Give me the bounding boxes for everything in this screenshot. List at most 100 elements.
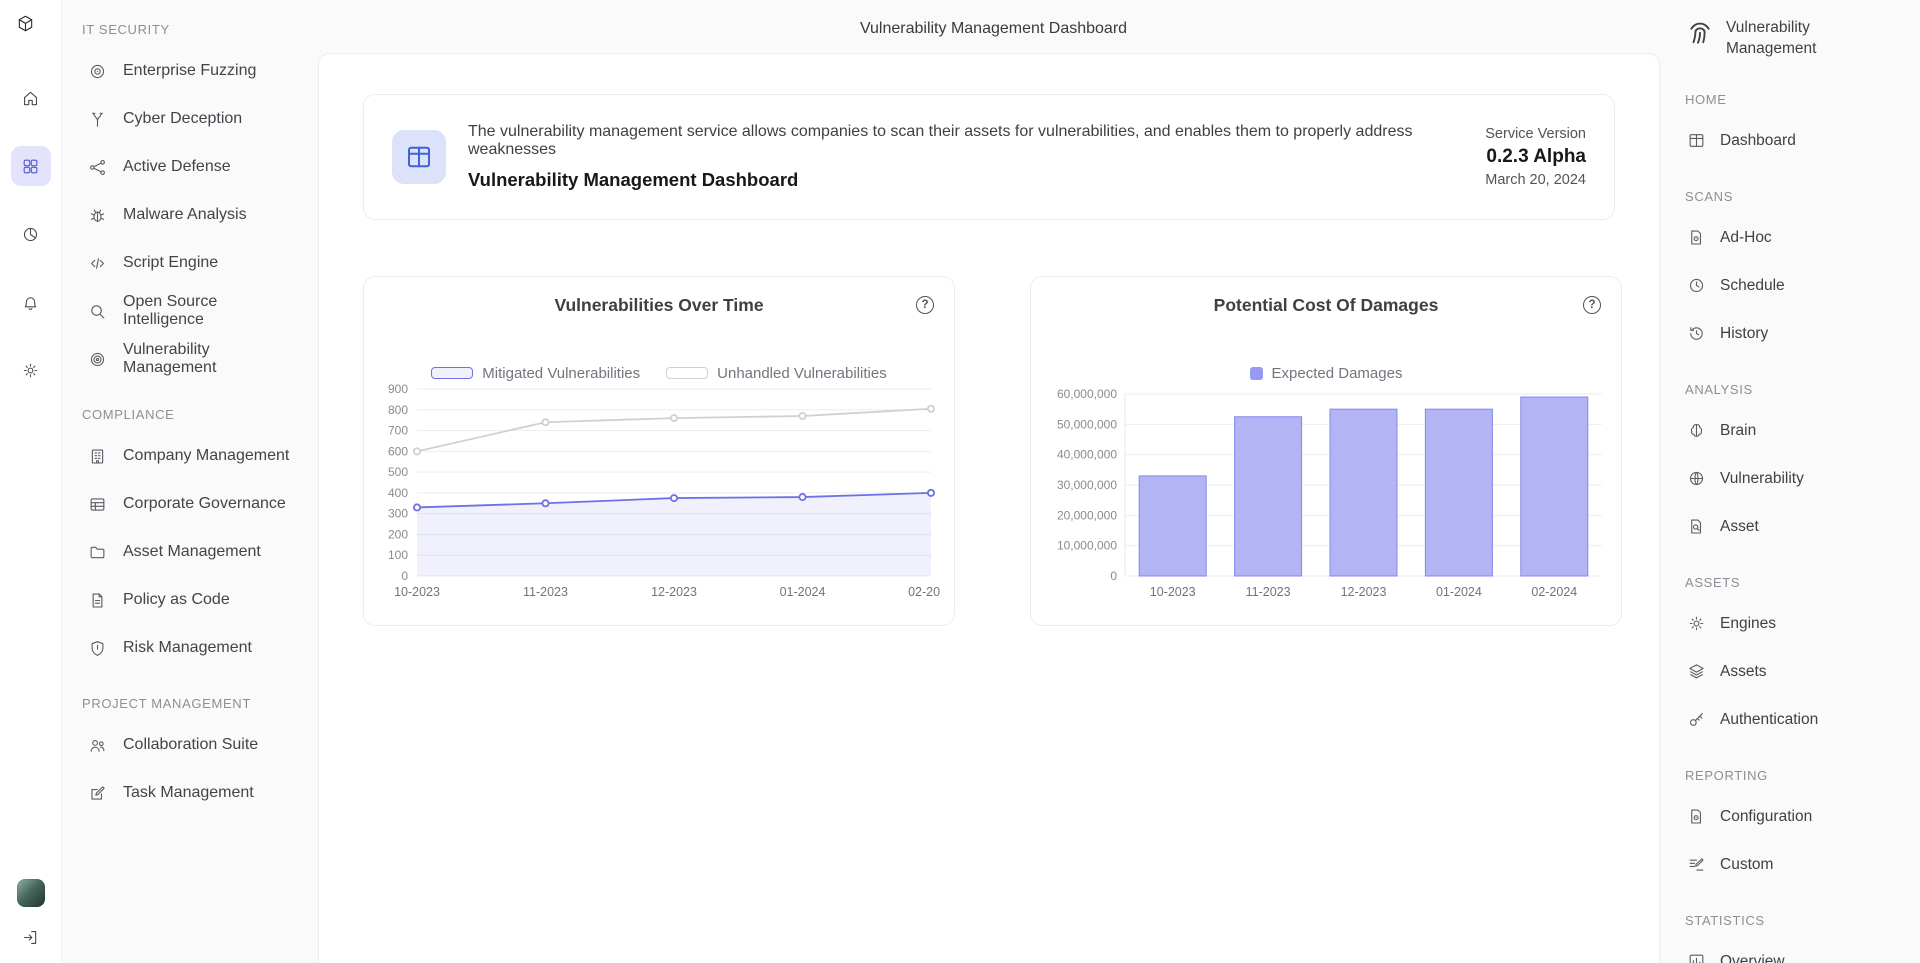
sidebar-item-label: Corporate Governance bbox=[123, 495, 286, 513]
folder-icon bbox=[88, 543, 107, 562]
app-logo-icon[interactable] bbox=[16, 14, 46, 44]
help-icon[interactable]: ? bbox=[916, 296, 934, 314]
sidebar-item-label: Company Management bbox=[123, 447, 289, 465]
home-glyph bbox=[21, 89, 40, 108]
document-icon bbox=[88, 591, 107, 610]
sidebar-item-task-management[interactable]: Task Management bbox=[80, 769, 302, 817]
section-header: ANALYSIS bbox=[1685, 382, 1920, 397]
search-icon bbox=[88, 302, 107, 321]
line-chart: 010020030040050060070080090010-202311-20… bbox=[380, 381, 938, 609]
sidebar-item-script-engine[interactable]: Script Engine bbox=[80, 239, 302, 287]
line-chart-legend: Mitigated Vulnerabilities Unhandled Vuln… bbox=[380, 365, 938, 381]
nav-item-label: Assets bbox=[1720, 663, 1767, 681]
fingerprint-brand-icon bbox=[1685, 18, 1715, 48]
nav-item-ad-hoc[interactable]: Ad-Hoc bbox=[1685, 214, 1920, 262]
nav-item-label: Vulnerability bbox=[1720, 470, 1804, 488]
pie-chart-icon[interactable] bbox=[11, 214, 51, 254]
notifications-bell-icon[interactable] bbox=[11, 282, 51, 322]
nav-section-reporting: REPORTING Configuration Custom bbox=[1685, 768, 1920, 889]
sidebar-item-vulnerability-management[interactable]: Vulnerability Management bbox=[80, 335, 302, 383]
nav-item-label: Schedule bbox=[1720, 277, 1785, 295]
nav-item-label: History bbox=[1720, 325, 1768, 343]
sidebar-item-malware-analysis[interactable]: Malware Analysis bbox=[80, 191, 302, 239]
chart-header: Potential Cost Of Damages ? bbox=[1047, 295, 1605, 317]
sidebar-item-corporate-governance[interactable]: Corporate Governance bbox=[80, 480, 302, 528]
sidebar-item-label: Script Engine bbox=[123, 254, 218, 272]
svg-text:10-2023: 10-2023 bbox=[1150, 585, 1196, 599]
sidebar-item-enterprise-fuzzing[interactable]: Enterprise Fuzzing bbox=[80, 47, 302, 95]
help-icon[interactable]: ? bbox=[1583, 296, 1601, 314]
nav-section-statistics: STATISTICS Overview bbox=[1685, 913, 1920, 963]
logout-glyph bbox=[21, 928, 40, 947]
logout-icon[interactable] bbox=[13, 919, 49, 955]
nav-item-vulnerability[interactable]: Vulnerability bbox=[1685, 455, 1920, 503]
user-avatar[interactable] bbox=[17, 879, 45, 907]
section-header: ASSETS bbox=[1685, 575, 1920, 590]
nav-item-label: Asset bbox=[1720, 518, 1759, 536]
nav-item-engines[interactable]: Engines bbox=[1685, 600, 1920, 648]
legend-item: Expected Damages bbox=[1250, 365, 1403, 382]
bar-chart-legend: Expected Damages bbox=[1047, 365, 1605, 381]
sidebar-item-label: Task Management bbox=[123, 784, 254, 802]
sidebar-item-asset-management[interactable]: Asset Management bbox=[80, 528, 302, 576]
building-icon bbox=[88, 447, 107, 466]
sidebar-item-risk-management[interactable]: Risk Management bbox=[80, 624, 302, 672]
network-icon bbox=[88, 158, 107, 177]
sidebar-item-label: Active Defense bbox=[123, 158, 231, 176]
nav-item-schedule[interactable]: Schedule bbox=[1685, 262, 1920, 310]
sidebar-item-company-management[interactable]: Company Management bbox=[80, 432, 302, 480]
rail-top bbox=[11, 14, 51, 390]
section-header: STATISTICS bbox=[1685, 913, 1920, 928]
pie-glyph bbox=[21, 225, 40, 244]
nav-item-custom[interactable]: Custom bbox=[1685, 841, 1920, 889]
svg-text:11-2023: 11-2023 bbox=[1246, 585, 1291, 599]
bar-chart-card: Potential Cost Of Damages ? Expected Dam… bbox=[1030, 276, 1622, 626]
sidebar-item-collaboration-suite[interactable]: Collaboration Suite bbox=[80, 721, 302, 769]
svg-text:900: 900 bbox=[388, 382, 408, 396]
clock-icon bbox=[1687, 276, 1706, 295]
main-content: Vulnerability Management Dashboard The v… bbox=[312, 0, 1675, 963]
nav-item-dashboard[interactable]: Dashboard bbox=[1685, 117, 1920, 165]
left-sidebar: IT SECURITY Enterprise Fuzzing Cyber Dec… bbox=[62, 0, 312, 963]
sidebar-item-label: Policy as Code bbox=[123, 591, 230, 609]
nav-item-assets[interactable]: Assets bbox=[1685, 648, 1920, 696]
legend-item: Unhandled Vulnerabilities bbox=[666, 365, 887, 382]
nav-item-brain[interactable]: Brain bbox=[1685, 407, 1920, 455]
nav-item-history[interactable]: History bbox=[1685, 310, 1920, 358]
nav-section-home: HOME Dashboard bbox=[1685, 92, 1920, 165]
nav-section-scans: SCANS Ad-Hoc Schedule History bbox=[1685, 189, 1920, 358]
pen-icon bbox=[1687, 855, 1706, 874]
nav-item-authentication[interactable]: Authentication bbox=[1685, 696, 1920, 744]
nav-section-analysis: ANALYSIS Brain Vulnerability Asset bbox=[1685, 382, 1920, 551]
svg-text:10-2023: 10-2023 bbox=[394, 585, 440, 599]
sidebar-item-cyber-deception[interactable]: Cyber Deception bbox=[80, 95, 302, 143]
svg-text:40,000,000: 40,000,000 bbox=[1057, 448, 1117, 462]
svg-text:100: 100 bbox=[388, 548, 408, 562]
home-icon[interactable] bbox=[11, 78, 51, 118]
sidebar-item-policy-as-code[interactable]: Policy as Code bbox=[80, 576, 302, 624]
nav-item-asset[interactable]: Asset bbox=[1685, 503, 1920, 551]
nav-item-label: Brain bbox=[1720, 422, 1756, 440]
sidebar-item-active-defense[interactable]: Active Defense bbox=[80, 143, 302, 191]
nav-item-configuration[interactable]: Configuration bbox=[1685, 793, 1920, 841]
section-header: IT SECURITY bbox=[82, 22, 302, 37]
right-sidebar: Vulnerability Management HOME Dashboard … bbox=[1675, 0, 1920, 963]
nav-item-label: Overview bbox=[1720, 953, 1785, 963]
code-icon bbox=[88, 254, 107, 273]
settings-gear-icon[interactable] bbox=[11, 350, 51, 390]
bell-glyph bbox=[21, 293, 40, 312]
sidebar-section-compliance: COMPLIANCE Company Management Corporate … bbox=[80, 407, 302, 672]
svg-text:20,000,000: 20,000,000 bbox=[1057, 508, 1117, 522]
bar-chart-svg: 010,000,00020,000,00030,000,00040,000,00… bbox=[1047, 381, 1607, 609]
brand-title: Vulnerability Management bbox=[1726, 18, 1846, 60]
nav-item-overview[interactable]: Overview bbox=[1685, 938, 1920, 963]
chart-title: Vulnerabilities Over Time bbox=[554, 295, 763, 316]
info-banner: The vulnerability management service all… bbox=[363, 94, 1615, 220]
section-header: PROJECT MANAGEMENT bbox=[82, 696, 302, 711]
banner-text: The vulnerability management service all… bbox=[468, 123, 1463, 191]
sidebar-item-open-source-intelligence[interactable]: Open Source Intelligence bbox=[80, 287, 302, 335]
sidebar-item-label: Enterprise Fuzzing bbox=[123, 62, 256, 80]
dashboard-grid-icon[interactable] bbox=[11, 146, 51, 186]
svg-text:01-2024: 01-2024 bbox=[780, 585, 826, 599]
document-gear-icon bbox=[1687, 228, 1706, 247]
